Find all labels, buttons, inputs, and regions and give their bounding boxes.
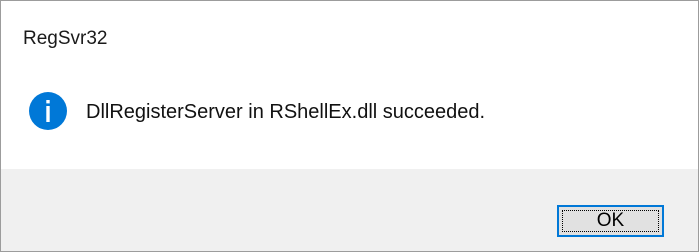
ok-button-label: OK xyxy=(562,210,659,232)
dialog-footer: OK xyxy=(1,169,698,251)
dialog-message: DllRegisterServer in RShellEx.dll succee… xyxy=(86,101,486,123)
information-icon xyxy=(29,92,67,130)
message-dialog: RegSvr32 DllRegisterServer in RShellEx.d… xyxy=(0,0,699,252)
dialog-title: RegSvr32 xyxy=(23,28,108,49)
ok-button[interactable]: OK xyxy=(557,205,664,237)
dialog-titlebar[interactable]: RegSvr32 xyxy=(1,1,698,79)
dialog-content: DllRegisterServer in RShellEx.dll succee… xyxy=(1,79,698,169)
